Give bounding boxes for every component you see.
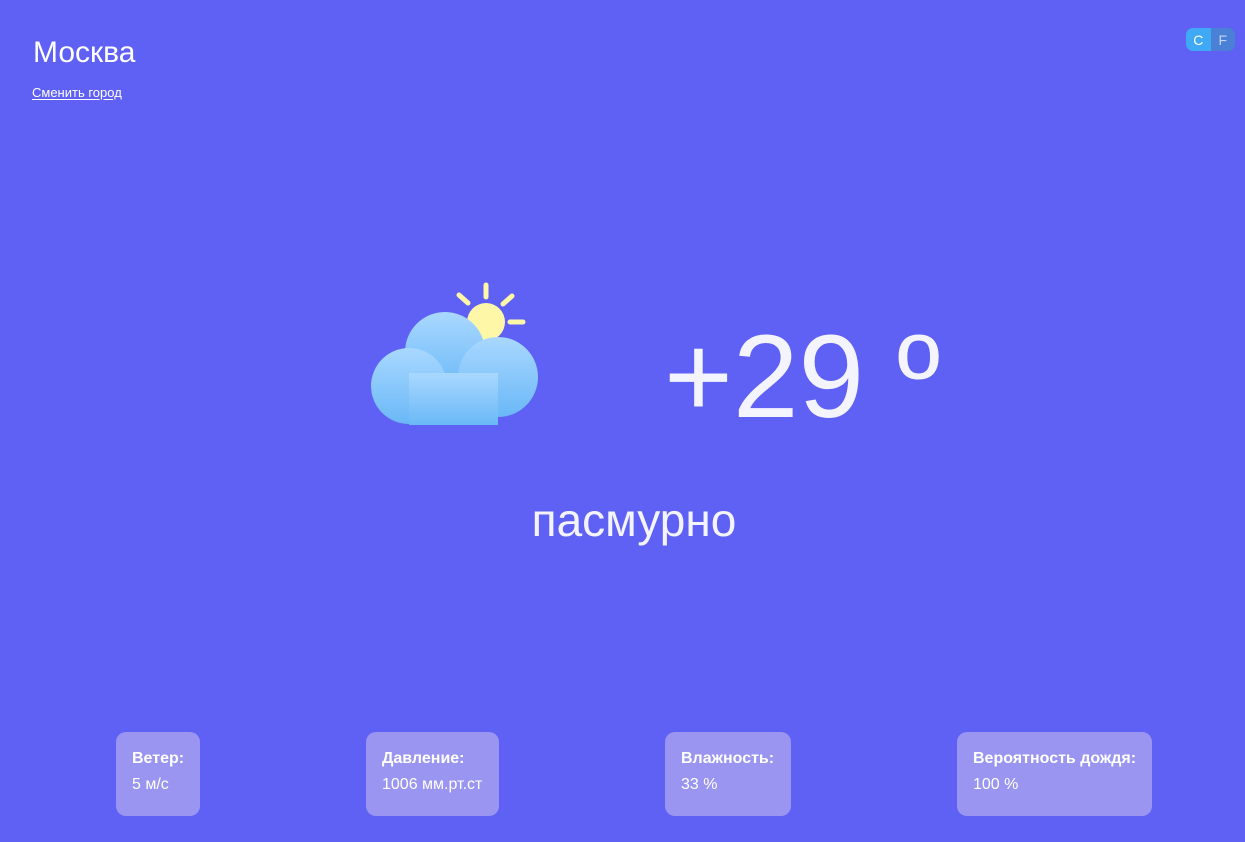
cloud-icon [371, 312, 538, 425]
partly-cloudy-icon [371, 282, 538, 425]
wind-card: Ветер: 5 м/с [116, 732, 200, 816]
pressure-card: Давление: 1006 мм.рт.ст [366, 732, 499, 816]
fahrenheit-button[interactable]: F [1210, 28, 1235, 51]
unit-toggle: C F [1186, 28, 1235, 51]
change-city-link[interactable]: Сменить город [32, 85, 122, 100]
temperature: +29 º [664, 311, 941, 443]
rain-chance-value: 100 % [973, 776, 1019, 793]
humidity-card: Влажность: 33 % [665, 732, 791, 816]
rain-chance-label: Вероятность дождя: [973, 750, 1137, 767]
pressure-label: Давление: [382, 750, 465, 767]
city-name: Москва [33, 36, 136, 69]
wind-value: 5 м/с [132, 776, 169, 793]
rain-chance-card: Вероятность дождя: 100 % [957, 732, 1152, 816]
weather-app: Москва Сменить город C F +29 º пасмурно [0, 0, 1245, 842]
humidity-value: 33 % [681, 776, 718, 793]
wind-label: Ветер: [132, 750, 185, 767]
weather-condition: пасмурно [531, 494, 737, 546]
pressure-value: 1006 мм.рт.ст [382, 776, 483, 793]
humidity-label: Влажность: [681, 750, 775, 767]
celsius-button[interactable]: C [1186, 28, 1211, 51]
